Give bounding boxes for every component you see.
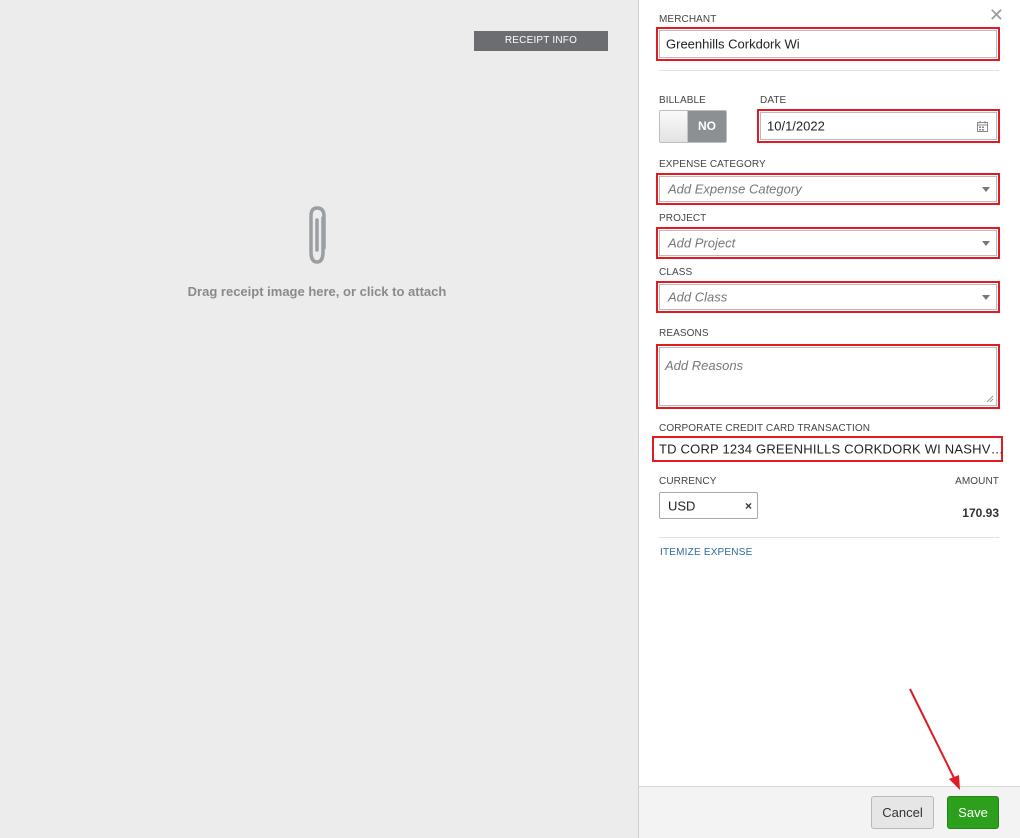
currency-select[interactable]: USD × bbox=[659, 492, 758, 519]
itemize-expense-link[interactable]: ITEMIZE EXPENSE bbox=[660, 547, 752, 558]
paperclip-icon bbox=[309, 206, 326, 264]
expense-form-panel: ✕ MERCHANT Greenhills Corkdork Wi BILLAB… bbox=[639, 0, 1020, 838]
cc-transaction-value: TD CORP 1234 GREENHILLS CORKDORK WI NASH… bbox=[659, 441, 1004, 457]
merchant-label: MERCHANT bbox=[659, 14, 717, 25]
receipt-drop-zone[interactable]: Drag receipt image here, or click to att… bbox=[150, 200, 484, 299]
project-select[interactable]: Add Project bbox=[656, 227, 1000, 259]
chevron-down-icon bbox=[982, 187, 990, 192]
class-placeholder: Add Class bbox=[668, 289, 728, 305]
project-placeholder: Add Project bbox=[668, 235, 736, 251]
billable-toggle[interactable]: NO bbox=[659, 110, 727, 143]
merchant-value: Greenhills Corkdork Wi bbox=[666, 36, 800, 52]
currency-label: CURRENCY bbox=[659, 476, 717, 487]
toggle-knob bbox=[660, 111, 688, 142]
chevron-down-icon bbox=[982, 241, 990, 246]
resize-grip-icon[interactable] bbox=[986, 395, 994, 403]
expense-category-label: EXPENSE CATEGORY bbox=[659, 159, 766, 170]
section-divider bbox=[659, 537, 999, 538]
section-divider bbox=[659, 70, 999, 71]
receipt-pane[interactable]: RECEIPT INFO Drag receipt image here, or… bbox=[0, 0, 638, 838]
currency-value: USD bbox=[668, 498, 696, 513]
reasons-label: REASONS bbox=[659, 328, 709, 339]
receipt-info-button[interactable]: RECEIPT INFO bbox=[474, 31, 608, 51]
merchant-input[interactable]: Greenhills Corkdork Wi bbox=[656, 27, 1000, 61]
chevron-down-icon bbox=[982, 295, 990, 300]
clear-icon[interactable]: × bbox=[745, 499, 752, 513]
cc-transaction-field[interactable]: TD CORP 1234 GREENHILLS CORKDORK WI NASH… bbox=[652, 436, 1004, 462]
date-value: 10/1/2022 bbox=[767, 118, 825, 134]
reasons-placeholder: Add Reasons bbox=[665, 358, 744, 373]
class-select[interactable]: Add Class bbox=[656, 281, 1000, 313]
expense-category-select[interactable]: Add Expense Category bbox=[656, 173, 1000, 205]
project-label: PROJECT bbox=[659, 213, 707, 224]
attach-instructions: Drag receipt image here, or click to att… bbox=[187, 284, 447, 299]
close-icon[interactable]: ✕ bbox=[989, 6, 1004, 26]
cancel-button[interactable]: Cancel bbox=[871, 796, 934, 829]
reasons-textarea[interactable]: Add Reasons bbox=[656, 344, 1000, 409]
form-footer: Cancel Save bbox=[639, 786, 1020, 838]
date-label: DATE bbox=[760, 95, 787, 106]
save-button[interactable]: Save bbox=[947, 796, 999, 829]
billable-state: NO bbox=[688, 111, 726, 142]
expense-category-placeholder: Add Expense Category bbox=[668, 181, 802, 197]
date-input[interactable]: 10/1/2022 bbox=[757, 109, 1000, 143]
billable-label: BILLABLE bbox=[659, 95, 706, 106]
amount-label: AMOUNT bbox=[955, 476, 999, 487]
cc-transaction-label: CORPORATE CREDIT CARD TRANSACTION bbox=[659, 423, 871, 434]
calendar-icon[interactable] bbox=[977, 121, 988, 132]
amount-value[interactable]: 170.93 bbox=[962, 506, 999, 520]
class-label: CLASS bbox=[659, 267, 693, 278]
